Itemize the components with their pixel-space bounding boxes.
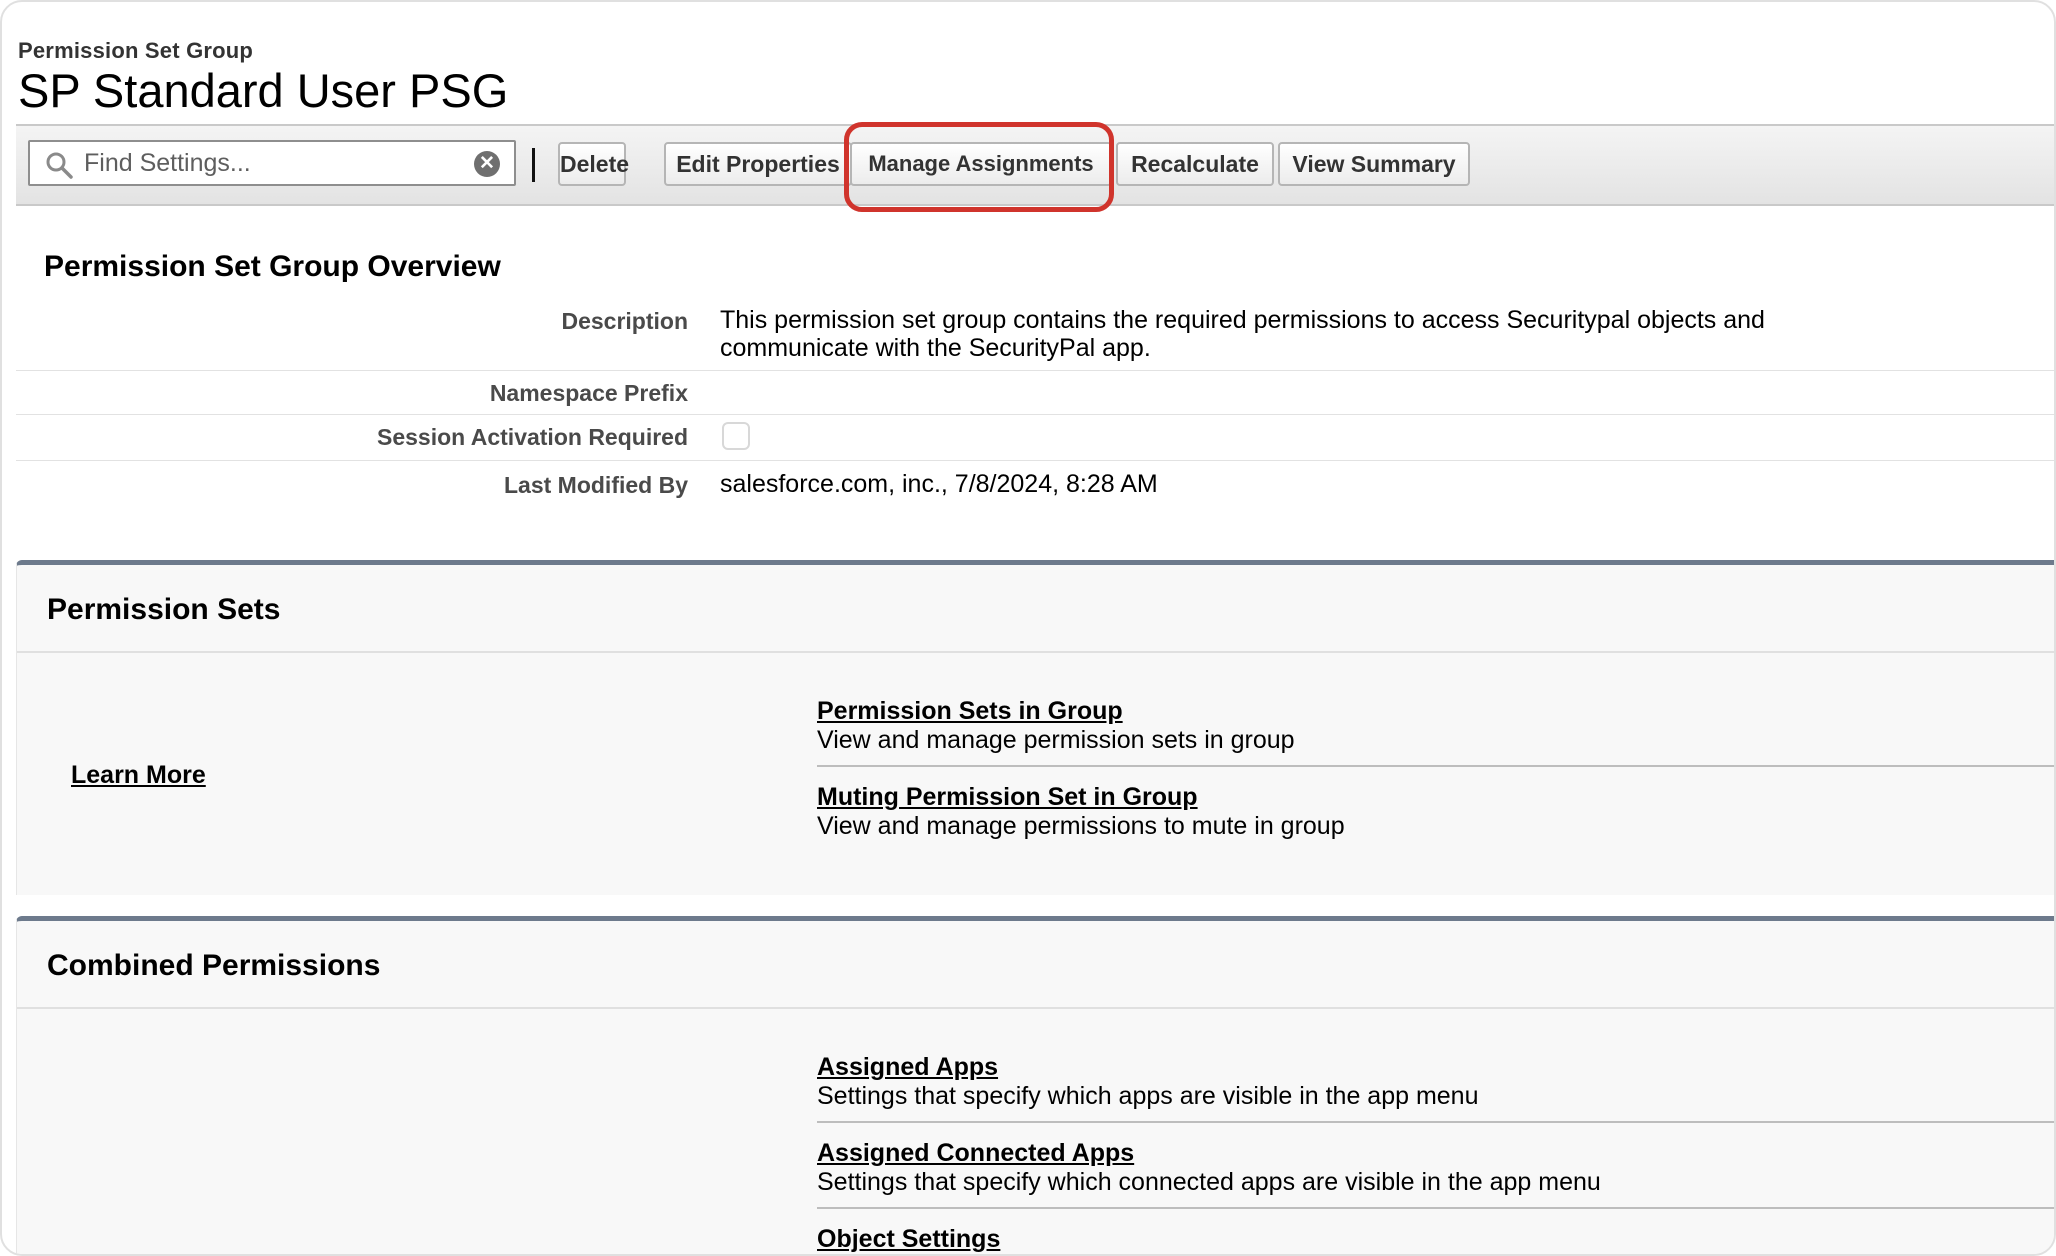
link-item-assigned-apps: Assigned Apps Settings that specify whic… <box>817 1053 2054 1123</box>
edit-properties-button[interactable]: Edit Properties <box>664 142 852 186</box>
assigned-apps-desc: Settings that specify which apps are vis… <box>817 1082 1479 1110</box>
manage-assignments-highlight <box>844 122 1114 212</box>
page-eyebrow: Permission Set Group <box>18 38 254 63</box>
link-item-assigned-connected-apps: Assigned Connected Apps Settings that sp… <box>817 1139 2054 1209</box>
description-label: Description <box>561 308 688 334</box>
last-modified-label: Last Modified By <box>503 472 688 498</box>
description-line-2: communicate with the SecurityPal app. <box>720 334 1151 362</box>
combined-permissions-section: Combined Permissions Assigned Apps Setti… <box>16 916 2054 1254</box>
permission-sets-header: Permission Sets <box>17 565 2054 653</box>
detail-row-description: Description This permission set group co… <box>16 300 2054 371</box>
permission-sets-title: Permission Sets <box>47 593 281 626</box>
view-summary-button[interactable]: View Summary <box>1278 142 1470 186</box>
recalculate-button[interactable]: Recalculate <box>1116 142 1274 186</box>
muting-permission-set-desc: View and manage permissions to mute in g… <box>817 812 1345 840</box>
last-modified-value: salesforce.com, inc., 7/8/2024, 8:28 AM <box>720 470 1158 498</box>
object-settings-link[interactable]: Object Settings <box>817 1225 2054 1254</box>
delete-button[interactable]: Delete <box>558 142 629 186</box>
overview-title: Permission Set Group Overview <box>44 250 501 283</box>
find-settings-search[interactable]: ✕ <box>28 140 516 186</box>
muting-permission-set-link[interactable]: Muting Permission Set in Group <box>817 783 2054 812</box>
toolbar-divider <box>532 148 535 182</box>
link-item-object-settings: Object Settings <box>817 1225 2054 1254</box>
assigned-connected-apps-link[interactable]: Assigned Connected Apps <box>817 1139 2054 1168</box>
detail-row-namespace: Namespace Prefix <box>16 370 2054 415</box>
search-icon <box>46 152 73 179</box>
description-line-1: This permission set group contains the r… <box>720 306 1765 334</box>
combined-permissions-header: Combined Permissions <box>17 921 2054 1009</box>
session-activation-checkbox <box>722 422 750 450</box>
clear-search-icon[interactable]: ✕ <box>474 151 500 177</box>
search-input[interactable] <box>84 146 444 180</box>
detail-row-session-activation: Session Activation Required <box>16 414 2054 461</box>
link-item-permission-sets-in-group: Permission Sets in Group View and manage… <box>817 697 2054 767</box>
detail-row-last-modified: Last Modified By salesforce.com, inc., 7… <box>16 460 2054 510</box>
page-header: Permission Set Group SP Standard User PS… <box>18 38 508 115</box>
combined-permissions-title: Combined Permissions <box>47 949 381 982</box>
assigned-apps-link[interactable]: Assigned Apps <box>817 1053 2054 1082</box>
permission-sets-section: Permission Sets Learn More Permission Se… <box>16 560 2054 895</box>
app-window: Permission Set Group SP Standard User PS… <box>0 0 2056 1256</box>
permission-sets-in-group-link[interactable]: Permission Sets in Group <box>817 697 2054 726</box>
description-value: This permission set group contains the r… <box>720 306 1765 362</box>
learn-more-link[interactable]: Learn More <box>71 761 206 790</box>
link-item-muting-permission-set: Muting Permission Set in Group View and … <box>817 783 2054 851</box>
assigned-connected-apps-desc: Settings that specify which connected ap… <box>817 1168 1601 1196</box>
page-title: SP Standard User PSG <box>18 64 509 117</box>
permission-sets-in-group-desc: View and manage permission sets in group <box>817 726 1295 754</box>
session-activation-label: Session Activation Required <box>377 424 688 450</box>
namespace-prefix-label: Namespace Prefix <box>489 380 688 406</box>
